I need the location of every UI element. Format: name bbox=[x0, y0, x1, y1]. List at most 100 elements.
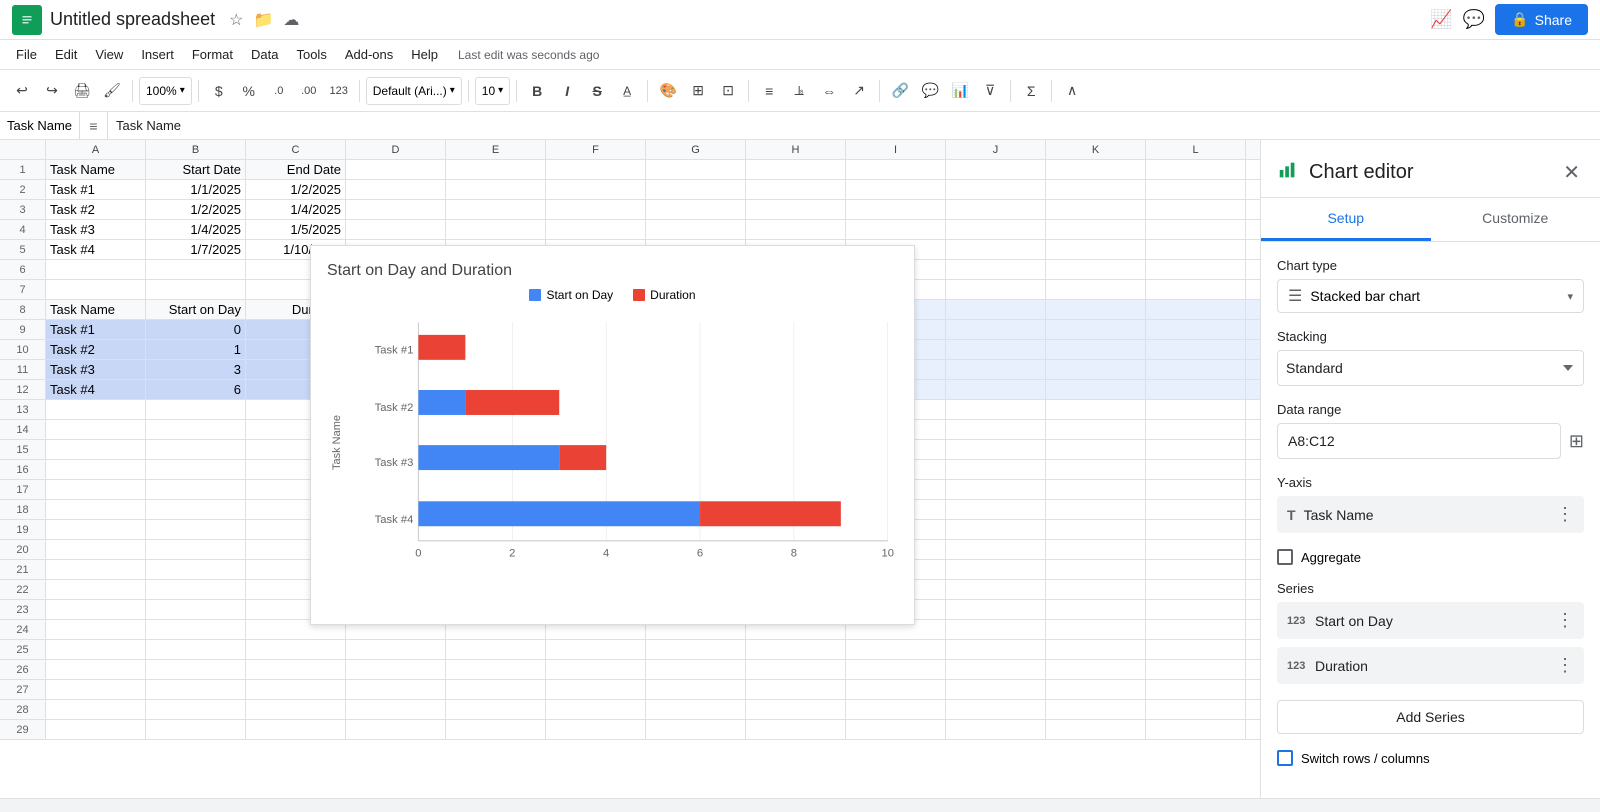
cell-extra[interactable] bbox=[1046, 600, 1146, 619]
fill-color-button[interactable]: 🎨 bbox=[654, 77, 682, 105]
series-menu-button-2[interactable]: ⋮ bbox=[1556, 655, 1574, 676]
cell-extra[interactable] bbox=[746, 700, 846, 719]
cell-extra[interactable] bbox=[746, 680, 846, 699]
cell-extra[interactable] bbox=[1146, 440, 1246, 459]
cell-a[interactable] bbox=[46, 440, 146, 459]
cell-extra[interactable] bbox=[946, 320, 1046, 339]
currency-button[interactable]: $ bbox=[205, 77, 233, 105]
cell-c[interactable]: End Date bbox=[246, 160, 346, 179]
cell-extra[interactable] bbox=[1146, 240, 1246, 259]
cell-extra[interactable] bbox=[1046, 560, 1146, 579]
col-header-f[interactable]: F bbox=[546, 140, 646, 159]
cell-extra[interactable] bbox=[1146, 620, 1246, 639]
cell-c[interactable]: 1/4/2025 bbox=[246, 200, 346, 219]
cell-extra[interactable] bbox=[1146, 480, 1246, 499]
cell-extra[interactable] bbox=[946, 560, 1046, 579]
cell-extra[interactable] bbox=[946, 600, 1046, 619]
collapse-toolbar-button[interactable]: ∧ bbox=[1058, 77, 1086, 105]
cell-c[interactable] bbox=[246, 700, 346, 719]
cell-b[interactable] bbox=[146, 540, 246, 559]
cell-c[interactable] bbox=[246, 660, 346, 679]
cell-extra[interactable] bbox=[946, 660, 1046, 679]
cell-extra[interactable] bbox=[946, 440, 1046, 459]
cell-extra[interactable] bbox=[746, 640, 846, 659]
cell-extra[interactable] bbox=[946, 240, 1046, 259]
cell-b[interactable] bbox=[146, 560, 246, 579]
col-header-a[interactable]: A bbox=[46, 140, 146, 159]
cell-c[interactable]: 1/5/2025 bbox=[246, 220, 346, 239]
cell-extra[interactable] bbox=[1146, 700, 1246, 719]
cell-extra[interactable] bbox=[1046, 680, 1146, 699]
cell-extra[interactable] bbox=[946, 420, 1046, 439]
cell-b[interactable] bbox=[146, 520, 246, 539]
cell-extra[interactable] bbox=[646, 720, 746, 739]
cell-extra[interactable] bbox=[946, 340, 1046, 359]
borders-button[interactable]: ⊞ bbox=[684, 77, 712, 105]
cell-extra[interactable] bbox=[946, 480, 1046, 499]
cell-extra[interactable] bbox=[646, 220, 746, 239]
cell-extra[interactable] bbox=[446, 700, 546, 719]
redo-button[interactable]: ↪ bbox=[38, 77, 66, 105]
cell-extra[interactable] bbox=[846, 720, 946, 739]
cell-extra[interactable] bbox=[446, 680, 546, 699]
cell-extra[interactable] bbox=[1046, 400, 1146, 419]
cell-extra[interactable] bbox=[946, 720, 1046, 739]
cell-extra[interactable] bbox=[1046, 260, 1146, 279]
cell-extra[interactable] bbox=[1146, 580, 1246, 599]
cell-b[interactable] bbox=[146, 280, 246, 299]
cell-extra[interactable] bbox=[1146, 680, 1246, 699]
cell-extra[interactable] bbox=[946, 520, 1046, 539]
horizontal-scrollbar[interactable] bbox=[0, 798, 1600, 812]
cell-extra[interactable] bbox=[946, 160, 1046, 179]
print-button[interactable]: 🖨 bbox=[68, 77, 96, 105]
col-header-j[interactable]: J bbox=[946, 140, 1046, 159]
editor-close-button[interactable]: ✕ bbox=[1559, 156, 1584, 189]
comment-button[interactable]: 💬 bbox=[916, 77, 944, 105]
cell-b[interactable] bbox=[146, 500, 246, 519]
cell-extra[interactable] bbox=[946, 700, 1046, 719]
cell-extra[interactable] bbox=[1046, 340, 1146, 359]
menu-data[interactable]: Data bbox=[243, 43, 286, 66]
cell-extra[interactable] bbox=[946, 280, 1046, 299]
cell-extra[interactable] bbox=[1146, 380, 1246, 399]
cell-extra[interactable] bbox=[1146, 540, 1246, 559]
cell-extra[interactable] bbox=[1046, 720, 1146, 739]
cell-a[interactable]: Task #3 bbox=[46, 220, 146, 239]
cell-extra[interactable] bbox=[1046, 160, 1146, 179]
cell-extra[interactable] bbox=[1146, 560, 1246, 579]
cell-b[interactable]: 1/2/2025 bbox=[146, 200, 246, 219]
strikethrough-button[interactable]: S bbox=[583, 77, 611, 105]
cell-extra[interactable] bbox=[446, 660, 546, 679]
comments-icon[interactable]: 💬 bbox=[1463, 9, 1485, 30]
cell-b[interactable]: 3 bbox=[146, 360, 246, 379]
cell-extra[interactable] bbox=[546, 220, 646, 239]
text-rotate-button[interactable]: ↗ bbox=[845, 77, 873, 105]
cell-extra[interactable] bbox=[846, 220, 946, 239]
cell-b[interactable] bbox=[146, 720, 246, 739]
cell-a[interactable] bbox=[46, 520, 146, 539]
cell-b[interactable] bbox=[146, 400, 246, 419]
cell-b[interactable] bbox=[146, 260, 246, 279]
cell-extra[interactable] bbox=[1046, 700, 1146, 719]
cell-extra[interactable] bbox=[1146, 160, 1246, 179]
cell-extra[interactable] bbox=[946, 180, 1046, 199]
data-range-input[interactable] bbox=[1277, 423, 1561, 459]
cell-extra[interactable] bbox=[1146, 360, 1246, 379]
cell-extra[interactable] bbox=[1046, 540, 1146, 559]
add-series-button[interactable]: Add Series bbox=[1277, 700, 1584, 734]
cell-extra[interactable] bbox=[446, 640, 546, 659]
cell-a[interactable]: Task #1 bbox=[46, 180, 146, 199]
fontsize-dropdown[interactable]: 10▾ bbox=[475, 77, 510, 105]
menu-view[interactable]: View bbox=[87, 43, 131, 66]
chart-type-dropdown[interactable]: ☰ Stacked bar chart ▾ bbox=[1277, 279, 1584, 313]
cell-extra[interactable] bbox=[1046, 240, 1146, 259]
cell-extra[interactable] bbox=[446, 200, 546, 219]
bold-button[interactable]: B bbox=[523, 77, 551, 105]
cell-extra[interactable] bbox=[346, 640, 446, 659]
menu-file[interactable]: File bbox=[8, 43, 45, 66]
font-dropdown[interactable]: Default (Ari...)▾ bbox=[366, 77, 462, 105]
col-header-h[interactable]: H bbox=[746, 140, 846, 159]
cell-extra[interactable] bbox=[746, 180, 846, 199]
cell-a[interactable] bbox=[46, 560, 146, 579]
cell-extra[interactable] bbox=[1146, 400, 1246, 419]
